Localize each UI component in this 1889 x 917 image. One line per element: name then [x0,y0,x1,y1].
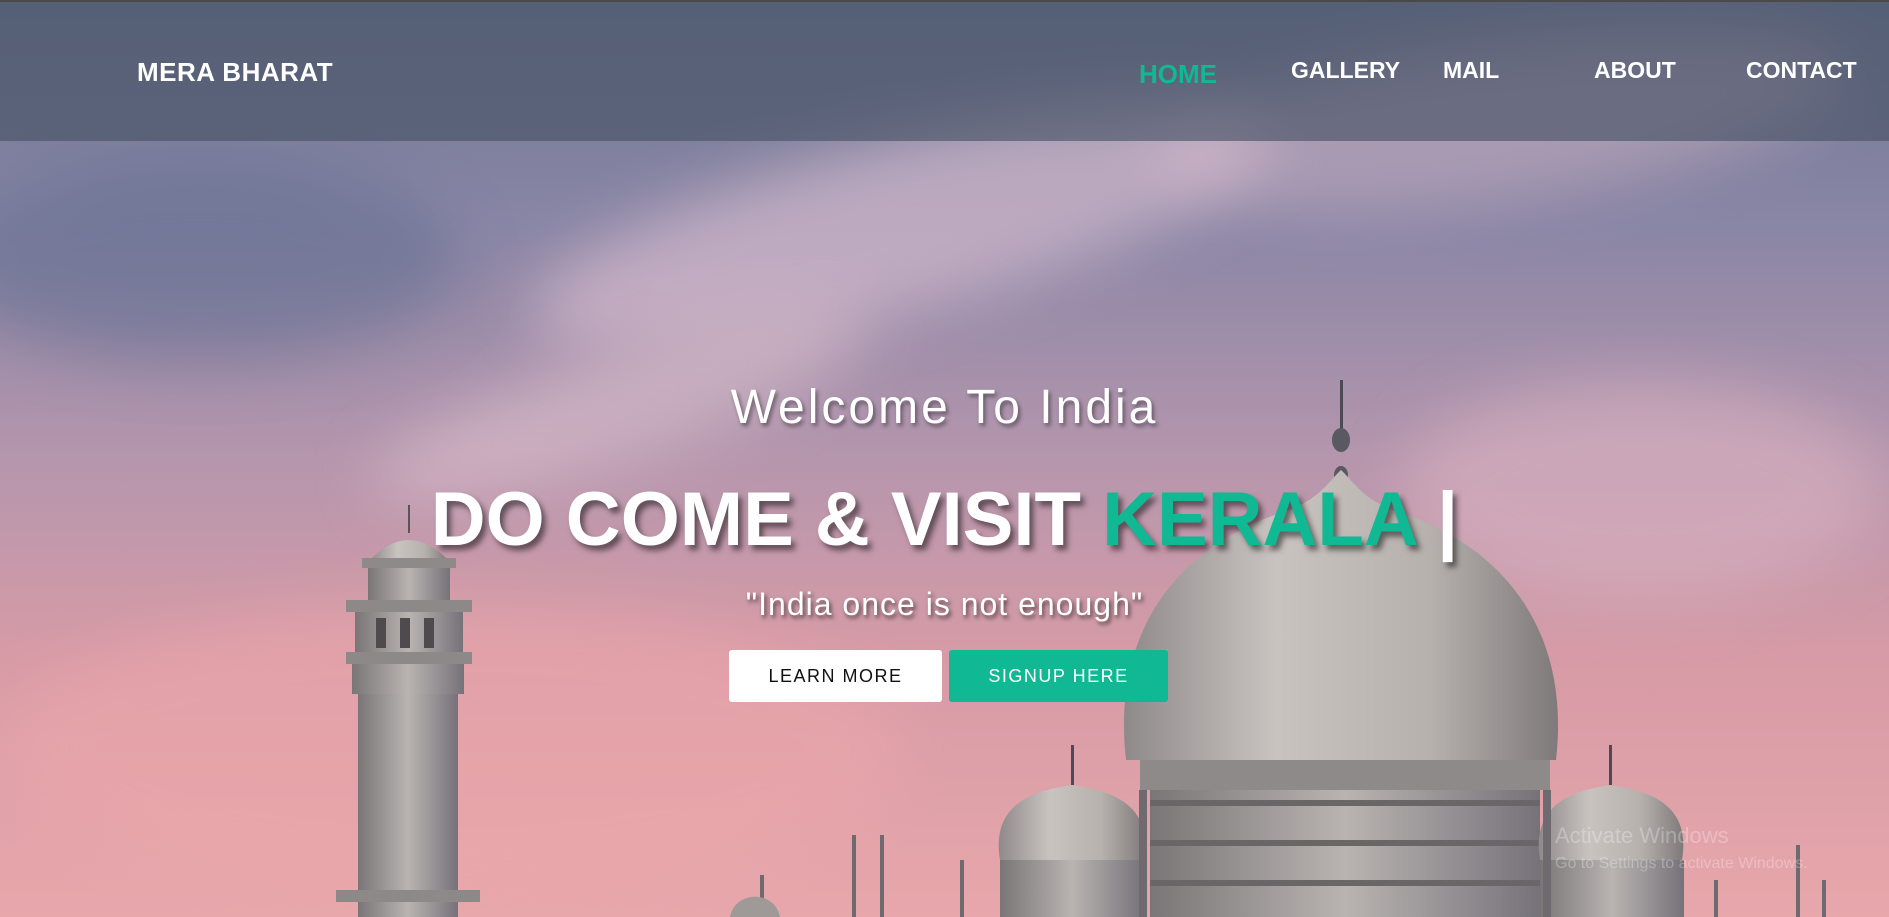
hero-quote: "India once is not enough" [745,586,1144,622]
watermark-subtitle: Go to Settings to activate Windows. [1555,855,1808,872]
brand-logo[interactable]: MERA BHARAT [137,57,333,88]
watermark-title: Activate Windows [1555,823,1729,848]
top-navbar: MERA BHARAT HOME GALLERY MAIL ABOUT CONT… [0,0,1889,141]
typing-cursor: | [1415,477,1459,562]
hero-welcome-text: Welcome To India [730,381,1159,434]
left-chhatri [998,745,1146,917]
left-minaret [336,505,480,917]
signup-button[interactable]: SIGNUP HERE [949,650,1168,702]
nav-home-link[interactable]: HOME [1139,59,1217,90]
headline-highlight: KERALA [1102,477,1416,562]
hero-headline: DO COME & VISIT KERALA | [0,476,1889,563]
nav-contact-link[interactable]: CONTACT [1746,57,1857,84]
activate-windows-watermark: Activate Windows Go to Settings to activ… [1555,822,1808,878]
nav-gallery-link[interactable]: GALLERY [1291,57,1400,84]
nav-about-link[interactable]: ABOUT [1594,57,1676,84]
page: MERA BHARAT HOME GALLERY MAIL ABOUT CONT… [0,0,1889,917]
learn-more-button[interactable]: LEARN MORE [729,650,942,702]
nav-mail-link[interactable]: MAIL [1443,57,1499,84]
headline-prefix: DO COME & VISIT [430,477,1103,562]
main-dome [1123,380,1559,917]
